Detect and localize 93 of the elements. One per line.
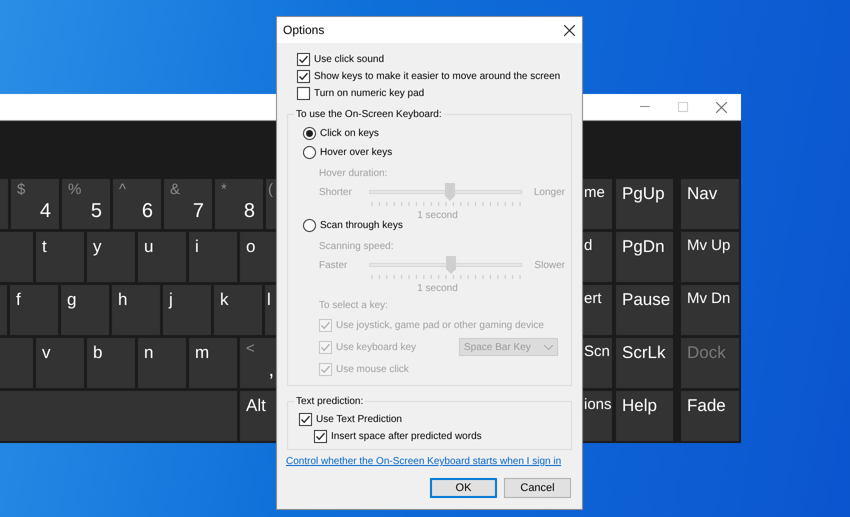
- radio-button[interactable]: [303, 219, 316, 232]
- keyboard-key[interactable]: ert: [583, 285, 612, 335]
- keyboard-key[interactable]: Nav: [681, 179, 739, 229]
- keyboard-key[interactable]: f: [10, 285, 58, 335]
- slider-track[interactable]: [369, 256, 522, 274]
- slider-max-label: Slower: [534, 258, 565, 272]
- key-shift-symbol: (: [268, 182, 273, 197]
- keyboard-key[interactable]: < ,: [240, 338, 276, 388]
- keyboard-key[interactable]: o: [240, 232, 276, 282]
- key-shift-symbol: <: [246, 341, 255, 356]
- key-shift-symbol: &: [170, 182, 180, 197]
- keyboard-key[interactable]: [0, 285, 7, 335]
- keyboard-key[interactable]: d: [583, 232, 612, 282]
- radio-label[interactable]: Hover over keys: [320, 145, 392, 160]
- checkbox-label[interactable]: Insert space after predicted words: [331, 429, 482, 444]
- slider-reading: 1 second: [417, 209, 458, 221]
- radio-button[interactable]: [303, 127, 316, 140]
- settings-link[interactable]: Control whether the On-Screen Keyboard starts when I sign in: [286, 454, 572, 469]
- keyboard-key[interactable]: [0, 338, 33, 388]
- keyboard-key[interactable]: k: [214, 285, 262, 335]
- checkbox-label[interactable]: Turn on numeric key pad: [314, 86, 424, 101]
- keyboard-key[interactable]: PgDn: [616, 232, 673, 282]
- key-shift-symbol: *: [221, 182, 227, 197]
- slider-min-label: Faster: [319, 258, 348, 272]
- keyboard-key[interactable]: $ 4: [11, 179, 59, 229]
- checkbox[interactable]: [297, 53, 310, 66]
- key-label: ,: [268, 360, 274, 380]
- keyboard-key[interactable]: v: [36, 338, 84, 388]
- keyboard-key[interactable]: Alt: [240, 391, 276, 441]
- keyboard-key[interactable]: Help: [616, 391, 673, 441]
- checkbox-label[interactable]: Use click sound: [314, 52, 384, 67]
- checkbox[interactable]: [297, 87, 310, 100]
- group-title: To use the On-Screen Keyboard:: [294, 107, 444, 122]
- key-label: 6: [142, 201, 153, 221]
- checkbox[interactable]: [297, 70, 310, 83]
- keyboard-key[interactable]: ^ 6: [113, 179, 161, 229]
- keyboard-key[interactable]: (: [266, 179, 277, 229]
- radio-button[interactable]: [303, 146, 316, 159]
- keyboard-key[interactable]: y: [87, 232, 135, 282]
- keyboard-key[interactable]: % 5: [62, 179, 110, 229]
- key-label: 4: [40, 201, 51, 221]
- keyboard-key[interactable]: n: [138, 338, 186, 388]
- keyboard-key[interactable]: h: [112, 285, 160, 335]
- keyboard-key[interactable]: Mv Dn: [681, 285, 739, 335]
- keyboard-key[interactable]: me: [583, 179, 612, 229]
- checkbox-label[interactable]: Show keys to make it easier to move around the screen: [314, 69, 560, 84]
- caption-text: Hover duration:: [319, 167, 388, 181]
- keyboard-key[interactable]: m: [189, 338, 237, 388]
- close-icon[interactable]: [564, 24, 575, 36]
- keyboard-key[interactable]: ScrLk: [616, 338, 673, 388]
- caption-text: To select a key:: [319, 299, 388, 313]
- keyboard-key[interactable]: g: [61, 285, 109, 335]
- keyboard-key[interactable]: [0, 179, 8, 229]
- dropdown-value: Space Bar Key: [464, 340, 531, 354]
- key-label: 5: [90, 201, 102, 221]
- dialog-button[interactable]: Cancel: [504, 478, 571, 498]
- checkbox[interactable]: [314, 430, 327, 443]
- slider-min-label: Shorter: [319, 186, 352, 200]
- keyboard-key[interactable]: [0, 232, 33, 282]
- keyboard-key[interactable]: l: [265, 285, 276, 335]
- keyboard-key[interactable]: ions: [583, 391, 612, 441]
- caption-text: Scanning speed:: [319, 240, 394, 254]
- keyboard-key[interactable]: j: [163, 285, 211, 335]
- key-shift-symbol: $: [17, 182, 26, 197]
- slider-reading: 1 second: [417, 282, 458, 294]
- keyboard-key[interactable]: t: [36, 232, 84, 282]
- dialog-button[interactable]: OK: [430, 478, 497, 498]
- keyboard-key[interactable]: PgUp: [616, 179, 673, 229]
- keyboard-key[interactable]: b: [87, 338, 135, 388]
- key-label: 7: [192, 201, 204, 221]
- key-label: 8: [244, 201, 255, 221]
- maximize-icon[interactable]: [678, 102, 688, 112]
- chevron-icon: [544, 344, 553, 350]
- keyboard-key[interactable]: Fade: [681, 391, 739, 441]
- keyboard-key[interactable]: Scn: [583, 338, 612, 388]
- key-shift-symbol: ^: [119, 182, 126, 197]
- keyboard-key[interactable]: & 7: [164, 179, 212, 229]
- dialog-title: Options: [283, 22, 324, 39]
- keyboard-key[interactable]: i: [189, 232, 237, 282]
- slider-max-label: Longer: [534, 186, 565, 200]
- minimize-icon[interactable]: [640, 106, 650, 108]
- keyboard-key[interactable]: * 8: [215, 179, 263, 229]
- keyboard-key[interactable]: u: [138, 232, 186, 282]
- slider-track[interactable]: [368, 183, 522, 201]
- group-title: Text prediction:: [294, 394, 366, 409]
- keyboard-key[interactable]: Mv Up: [681, 232, 739, 282]
- key-shift-symbol: %: [68, 182, 82, 197]
- radio-label[interactable]: Click on keys: [320, 126, 379, 141]
- keyboard-key[interactable]: [0, 391, 237, 441]
- checkbox[interactable]: [299, 413, 312, 426]
- checkbox-label[interactable]: Use Text Prediction: [316, 412, 402, 427]
- radio-label[interactable]: Scan through keys: [320, 218, 403, 233]
- keyboard-key[interactable]: Pause: [616, 285, 673, 335]
